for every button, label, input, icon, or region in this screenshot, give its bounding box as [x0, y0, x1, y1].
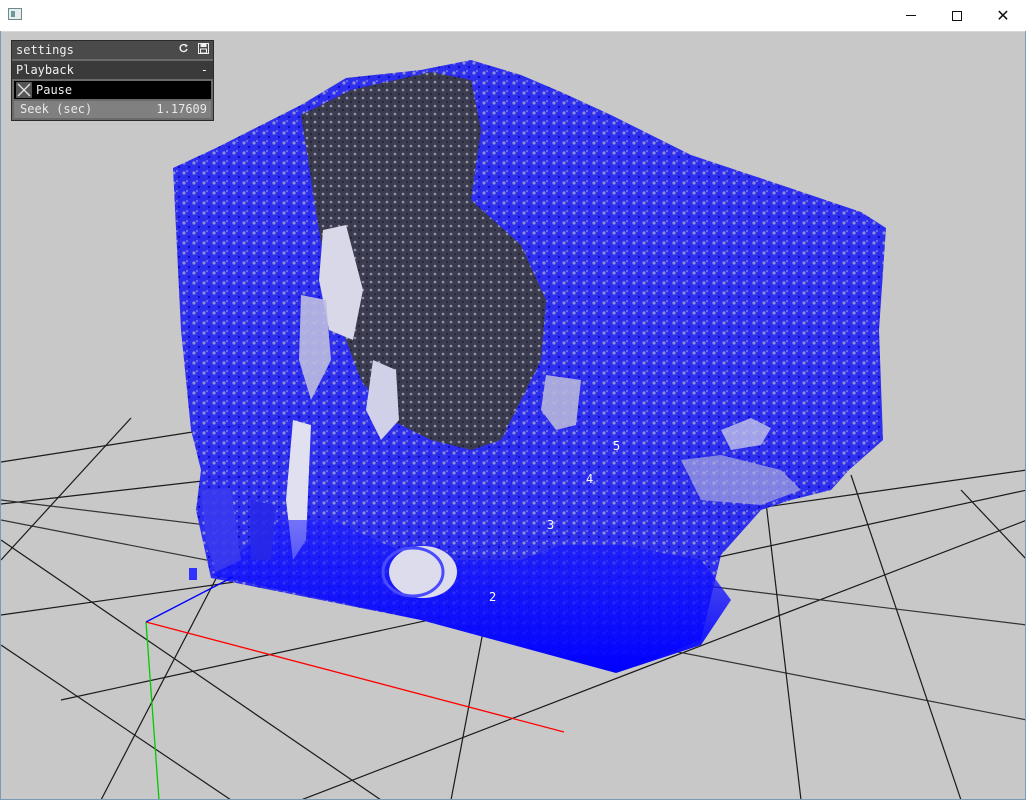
settings-panel: settings Playback - Pause Seek (sec) 1.1…: [11, 40, 214, 121]
pause-label: Pause: [36, 83, 73, 97]
y-axis: [145, 621, 160, 799]
refresh-icon[interactable]: [178, 43, 189, 54]
point-cloud-scene[interactable]: 2 3 4 5: [1, 31, 1026, 800]
pause-toggle-row[interactable]: Pause: [14, 81, 211, 99]
3d-viewport[interactable]: 2 3 4 5: [0, 31, 1026, 800]
settings-panel-title: settings: [16, 43, 74, 57]
playback-group-label: Playback: [16, 63, 74, 77]
maximize-button[interactable]: [934, 0, 980, 31]
playback-group-header[interactable]: Playback -: [12, 61, 213, 79]
window-titlebar[interactable]: ✕: [0, 0, 1026, 32]
minimize-button[interactable]: [888, 0, 934, 31]
grid-label-2: 2: [489, 590, 496, 604]
collapse-toggle[interactable]: -: [201, 61, 208, 79]
settings-panel-header[interactable]: settings: [12, 41, 213, 59]
maximize-icon: [952, 10, 962, 21]
checkmark-x-icon: [17, 83, 31, 97]
z-axis: [145, 576, 234, 623]
close-icon: ✕: [996, 6, 1010, 25]
close-button[interactable]: ✕: [980, 0, 1026, 31]
point-cloud: [173, 60, 886, 673]
grid-label-4: 4: [586, 472, 593, 486]
grid-label-5: 5: [613, 439, 620, 453]
save-icon[interactable]: [198, 43, 209, 54]
pause-checkbox[interactable]: [16, 82, 32, 98]
app-icon: [8, 8, 22, 20]
seek-label: Seek (sec): [20, 102, 93, 116]
seek-value: 1.17609: [156, 102, 207, 116]
grid-label-3: 3: [547, 518, 554, 532]
minimize-icon: [906, 15, 916, 16]
seek-slider[interactable]: Seek (sec) 1.17609: [14, 101, 211, 118]
